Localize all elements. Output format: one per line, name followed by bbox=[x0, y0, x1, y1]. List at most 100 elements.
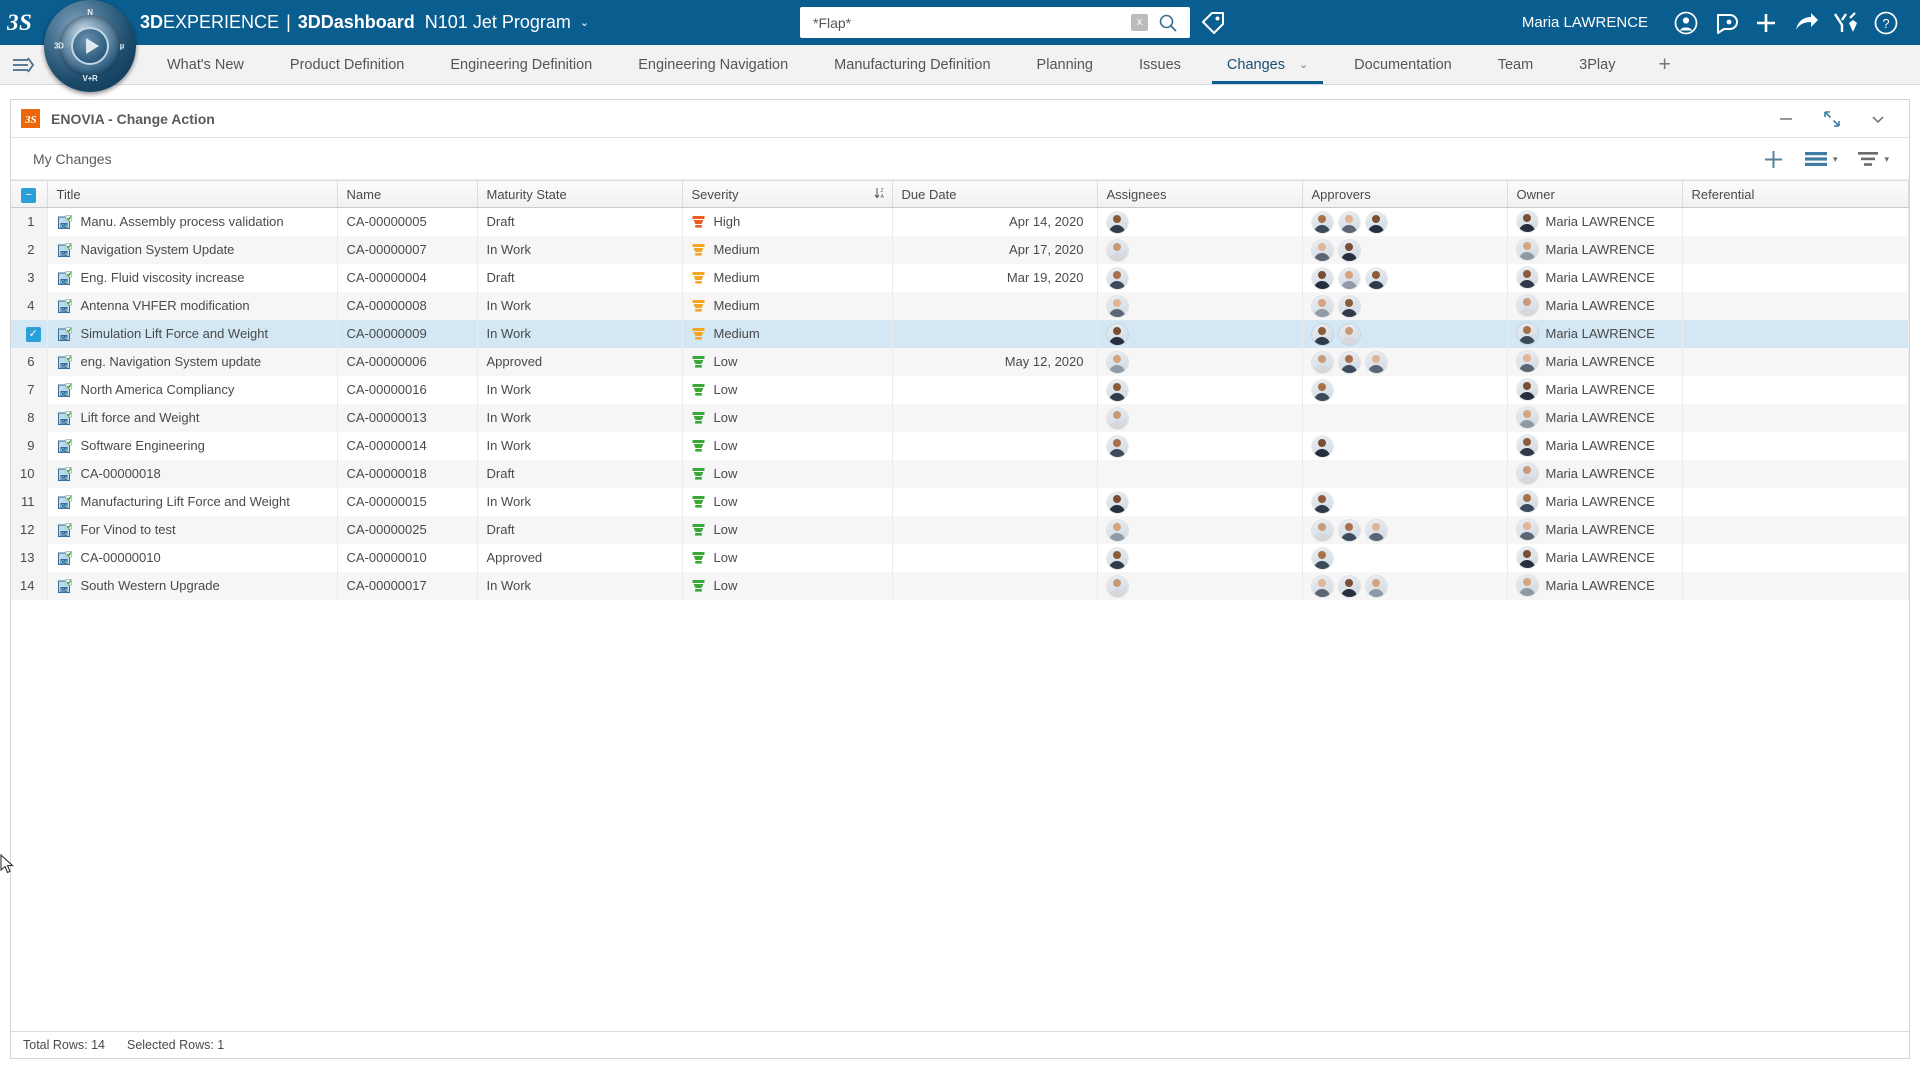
column-header-approvers[interactable]: Approvers bbox=[1302, 180, 1508, 208]
cell-assignees[interactable] bbox=[1097, 515, 1303, 544]
cell-assignees[interactable] bbox=[1097, 263, 1303, 292]
cell-title[interactable]: CA North America Compliancy bbox=[47, 375, 338, 404]
compass-play-icon[interactable] bbox=[71, 27, 109, 65]
chevron-down-icon[interactable]: ⌄ bbox=[1299, 58, 1308, 71]
column-header-owner[interactable]: Owner bbox=[1507, 180, 1683, 208]
owner-avatar[interactable] bbox=[1516, 575, 1538, 596]
owner-avatar[interactable] bbox=[1516, 211, 1538, 233]
help-icon[interactable]: ? bbox=[1866, 0, 1906, 45]
cell-owner[interactable]: Maria LAWRENCE bbox=[1507, 403, 1683, 432]
approver-avatar[interactable] bbox=[1338, 520, 1360, 541]
cell-title[interactable]: CA Eng. Fluid viscosity increase bbox=[47, 263, 338, 292]
row-number-cell[interactable]: 3 bbox=[11, 263, 48, 292]
dassault-systemes-logo[interactable]: 3 S bbox=[6, 6, 40, 38]
cell-assignees[interactable] bbox=[1097, 403, 1303, 432]
table-row[interactable]: 8 CA Lift force and Weight CA-00000013 In Wo… bbox=[11, 403, 1909, 432]
cell-title[interactable]: CA Manu. Assembly process validation bbox=[47, 207, 338, 236]
hamburger-menu-icon[interactable] bbox=[0, 45, 46, 84]
cell-title[interactable]: CA South Western Upgrade bbox=[47, 571, 338, 600]
column-header-assignees[interactable]: Assignees bbox=[1097, 180, 1303, 208]
owner-avatar[interactable] bbox=[1516, 379, 1538, 400]
nav-tab-engineering-definition[interactable]: Engineering Definition bbox=[427, 45, 615, 84]
cell-assignees[interactable] bbox=[1097, 459, 1303, 488]
owner-avatar[interactable] bbox=[1516, 547, 1538, 568]
assignee-avatar[interactable] bbox=[1106, 324, 1128, 345]
chevron-down-icon[interactable]: ▾ bbox=[1884, 154, 1889, 165]
cell-title[interactable]: CA CA-00000018 bbox=[47, 459, 338, 488]
approver-avatar[interactable] bbox=[1365, 520, 1387, 541]
cell-assignees[interactable] bbox=[1097, 235, 1303, 264]
nav-tab-team[interactable]: Team bbox=[1475, 45, 1556, 84]
user-account-icon[interactable] bbox=[1666, 0, 1706, 45]
nav-tab-issues[interactable]: Issues bbox=[1116, 45, 1204, 84]
approver-avatar[interactable] bbox=[1338, 324, 1360, 345]
share-icon[interactable] bbox=[1786, 0, 1826, 45]
column-header-maturity[interactable]: Maturity State bbox=[477, 180, 683, 208]
cell-title[interactable]: CA Simulation Lift Force and Weight bbox=[47, 319, 338, 348]
approver-avatar[interactable] bbox=[1338, 296, 1360, 317]
cell-title[interactable]: CA For Vinod to test bbox=[47, 515, 338, 544]
select-all-header[interactable]: − bbox=[11, 180, 48, 208]
cell-owner[interactable]: Maria LAWRENCE bbox=[1507, 543, 1683, 572]
nav-tab-what-s-new[interactable]: What's New bbox=[144, 45, 267, 84]
cell-approvers[interactable] bbox=[1302, 515, 1508, 544]
table-row[interactable]: 12 CA For Vinod to test CA-00000025 Draft Low… bbox=[11, 515, 1909, 544]
assignee-avatar[interactable] bbox=[1106, 212, 1128, 234]
cell-owner[interactable]: Maria LAWRENCE bbox=[1507, 347, 1683, 376]
add-tab-button[interactable]: + bbox=[1638, 45, 1690, 84]
view-options-button[interactable]: ▾ bbox=[1796, 138, 1846, 180]
cell-approvers[interactable] bbox=[1302, 319, 1508, 348]
cell-title[interactable]: CA eng. Navigation System update bbox=[47, 347, 338, 376]
cell-approvers[interactable] bbox=[1302, 459, 1508, 488]
table-row[interactable]: 9 CA Software Engineering CA-00000014 In Wor… bbox=[11, 431, 1909, 460]
approver-avatar[interactable] bbox=[1338, 268, 1360, 289]
assignee-avatar[interactable] bbox=[1106, 268, 1128, 289]
cell-title[interactable]: CA Manufacturing Lift Force and Weight bbox=[47, 487, 338, 516]
row-number-cell[interactable]: 9 bbox=[11, 431, 48, 460]
owner-avatar[interactable] bbox=[1516, 463, 1538, 484]
select-all-checkbox[interactable]: − bbox=[21, 187, 37, 203]
cell-owner[interactable]: Maria LAWRENCE bbox=[1507, 515, 1683, 544]
table-row[interactable]: 6 CA eng. Navigation System update CA-00000… bbox=[11, 347, 1909, 376]
approver-avatar[interactable] bbox=[1311, 576, 1333, 597]
tools-icon[interactable] bbox=[1826, 0, 1866, 45]
nav-tab-planning[interactable]: Planning bbox=[1014, 45, 1116, 84]
column-header-title[interactable]: Title bbox=[47, 180, 338, 208]
owner-avatar[interactable] bbox=[1516, 519, 1538, 540]
table-row[interactable]: 11 CA Manufacturing Lift Force and Weight C… bbox=[11, 487, 1909, 516]
row-number-cell[interactable]: 10 bbox=[11, 459, 48, 488]
approver-avatar[interactable] bbox=[1311, 240, 1333, 261]
row-number-cell[interactable]: 14 bbox=[11, 571, 48, 600]
column-header-due[interactable]: Due Date bbox=[892, 180, 1098, 208]
nav-tab-3play[interactable]: 3Play bbox=[1556, 45, 1638, 84]
approver-avatar[interactable] bbox=[1311, 380, 1333, 401]
assignee-avatar[interactable] bbox=[1106, 548, 1128, 569]
approver-avatar[interactable] bbox=[1311, 492, 1333, 513]
cell-owner[interactable]: Maria LAWRENCE bbox=[1507, 431, 1683, 460]
cell-approvers[interactable] bbox=[1302, 403, 1508, 432]
row-number-cell[interactable]: 13 bbox=[11, 543, 48, 572]
cell-approvers[interactable] bbox=[1302, 235, 1508, 264]
cell-approvers[interactable] bbox=[1302, 375, 1508, 404]
nav-tab-documentation[interactable]: Documentation bbox=[1331, 45, 1475, 84]
cell-title[interactable]: CA Lift force and Weight bbox=[47, 403, 338, 432]
cell-owner[interactable]: Maria LAWRENCE bbox=[1507, 291, 1683, 320]
column-header-referential[interactable]: Referential bbox=[1682, 180, 1909, 208]
owner-avatar[interactable] bbox=[1516, 239, 1538, 260]
filter-button[interactable]: ▾ bbox=[1849, 138, 1897, 180]
cell-owner[interactable]: Maria LAWRENCE bbox=[1507, 207, 1683, 236]
cell-title[interactable]: CA CA-00000010 bbox=[47, 543, 338, 572]
assignee-avatar[interactable] bbox=[1106, 380, 1128, 401]
approver-avatar[interactable] bbox=[1338, 352, 1360, 373]
search-input[interactable] bbox=[800, 14, 1131, 31]
assignee-avatar[interactable] bbox=[1106, 240, 1128, 261]
project-name[interactable]: N101 Jet Program bbox=[425, 12, 571, 33]
cell-assignees[interactable] bbox=[1097, 571, 1303, 600]
tab-my-changes[interactable]: My Changes bbox=[33, 151, 112, 167]
cell-approvers[interactable] bbox=[1302, 487, 1508, 516]
cell-owner[interactable]: Maria LAWRENCE bbox=[1507, 459, 1683, 488]
approver-avatar[interactable] bbox=[1365, 268, 1387, 289]
table-row[interactable]: 1 CA Manu. Assembly process validation CA-0… bbox=[11, 207, 1909, 236]
approver-avatar[interactable] bbox=[1311, 436, 1333, 457]
clear-search-icon[interactable]: x bbox=[1131, 14, 1148, 31]
